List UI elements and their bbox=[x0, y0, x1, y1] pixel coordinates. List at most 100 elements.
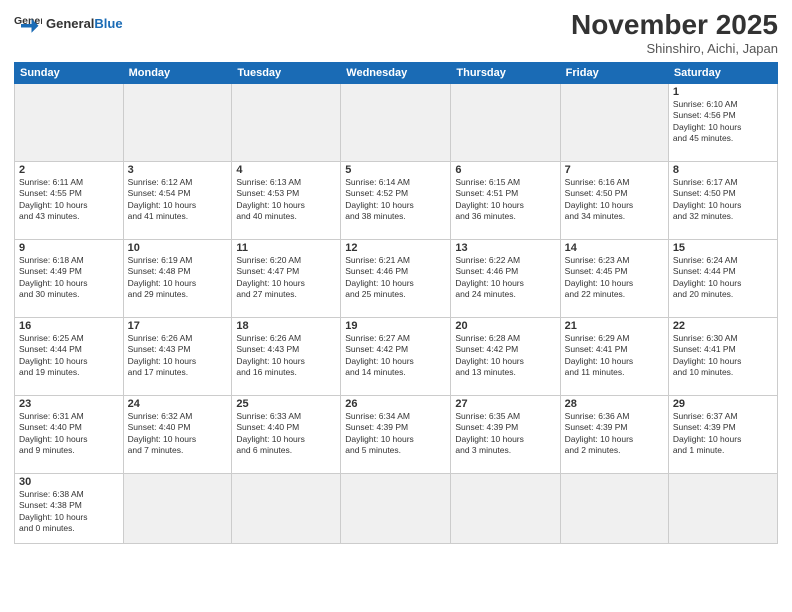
calendar-cell: 27Sunrise: 6:35 AM Sunset: 4:39 PM Dayli… bbox=[451, 395, 560, 473]
calendar-cell bbox=[123, 83, 232, 161]
day-number: 23 bbox=[19, 398, 119, 410]
day-info: Sunrise: 6:20 AM Sunset: 4:47 PM Dayligh… bbox=[236, 255, 336, 301]
weekday-header-row: SundayMondayTuesdayWednesdayThursdayFrid… bbox=[15, 62, 778, 83]
day-number: 15 bbox=[673, 242, 773, 254]
day-number: 19 bbox=[345, 320, 446, 332]
day-info: Sunrise: 6:15 AM Sunset: 4:51 PM Dayligh… bbox=[455, 177, 555, 223]
day-info: Sunrise: 6:19 AM Sunset: 4:48 PM Dayligh… bbox=[128, 255, 228, 301]
day-number: 20 bbox=[455, 320, 555, 332]
calendar-cell: 18Sunrise: 6:26 AM Sunset: 4:43 PM Dayli… bbox=[232, 317, 341, 395]
day-number: 26 bbox=[345, 398, 446, 410]
calendar-cell: 11Sunrise: 6:20 AM Sunset: 4:47 PM Dayli… bbox=[232, 239, 341, 317]
day-number: 8 bbox=[673, 164, 773, 176]
day-number: 21 bbox=[565, 320, 664, 332]
calendar-week-row: 2Sunrise: 6:11 AM Sunset: 4:55 PM Daylig… bbox=[15, 161, 778, 239]
calendar-cell: 26Sunrise: 6:34 AM Sunset: 4:39 PM Dayli… bbox=[341, 395, 451, 473]
day-info: Sunrise: 6:37 AM Sunset: 4:39 PM Dayligh… bbox=[673, 411, 773, 457]
page: General GeneralBlue November 2025 Shinsh… bbox=[0, 0, 792, 612]
calendar-cell: 20Sunrise: 6:28 AM Sunset: 4:42 PM Dayli… bbox=[451, 317, 560, 395]
calendar-cell: 15Sunrise: 6:24 AM Sunset: 4:44 PM Dayli… bbox=[668, 239, 777, 317]
day-info: Sunrise: 6:35 AM Sunset: 4:39 PM Dayligh… bbox=[455, 411, 555, 457]
weekday-header-friday: Friday bbox=[560, 62, 668, 83]
day-number: 27 bbox=[455, 398, 555, 410]
day-info: Sunrise: 6:28 AM Sunset: 4:42 PM Dayligh… bbox=[455, 333, 555, 379]
day-info: Sunrise: 6:29 AM Sunset: 4:41 PM Dayligh… bbox=[565, 333, 664, 379]
calendar-cell bbox=[232, 83, 341, 161]
day-info: Sunrise: 6:23 AM Sunset: 4:45 PM Dayligh… bbox=[565, 255, 664, 301]
day-info: Sunrise: 6:30 AM Sunset: 4:41 PM Dayligh… bbox=[673, 333, 773, 379]
day-number: 13 bbox=[455, 242, 555, 254]
logo-icon: General bbox=[14, 10, 42, 38]
month-title: November 2025 bbox=[571, 10, 778, 41]
calendar-cell bbox=[560, 473, 668, 543]
calendar-cell: 3Sunrise: 6:12 AM Sunset: 4:54 PM Daylig… bbox=[123, 161, 232, 239]
day-number: 10 bbox=[128, 242, 228, 254]
day-number: 28 bbox=[565, 398, 664, 410]
day-number: 5 bbox=[345, 164, 446, 176]
calendar-cell bbox=[341, 473, 451, 543]
calendar-cell: 14Sunrise: 6:23 AM Sunset: 4:45 PM Dayli… bbox=[560, 239, 668, 317]
weekday-header-wednesday: Wednesday bbox=[341, 62, 451, 83]
calendar-cell: 17Sunrise: 6:26 AM Sunset: 4:43 PM Dayli… bbox=[123, 317, 232, 395]
calendar-cell bbox=[15, 83, 124, 161]
weekday-header-monday: Monday bbox=[123, 62, 232, 83]
calendar-cell: 1Sunrise: 6:10 AM Sunset: 4:56 PM Daylig… bbox=[668, 83, 777, 161]
subtitle: Shinshiro, Aichi, Japan bbox=[571, 41, 778, 56]
day-number: 14 bbox=[565, 242, 664, 254]
day-info: Sunrise: 6:10 AM Sunset: 4:56 PM Dayligh… bbox=[673, 99, 773, 145]
calendar-cell bbox=[123, 473, 232, 543]
day-info: Sunrise: 6:36 AM Sunset: 4:39 PM Dayligh… bbox=[565, 411, 664, 457]
day-info: Sunrise: 6:38 AM Sunset: 4:38 PM Dayligh… bbox=[19, 489, 119, 535]
calendar-cell: 8Sunrise: 6:17 AM Sunset: 4:50 PM Daylig… bbox=[668, 161, 777, 239]
day-info: Sunrise: 6:25 AM Sunset: 4:44 PM Dayligh… bbox=[19, 333, 119, 379]
calendar-cell: 7Sunrise: 6:16 AM Sunset: 4:50 PM Daylig… bbox=[560, 161, 668, 239]
calendar-cell: 10Sunrise: 6:19 AM Sunset: 4:48 PM Dayli… bbox=[123, 239, 232, 317]
day-number: 4 bbox=[236, 164, 336, 176]
calendar-week-row: 30Sunrise: 6:38 AM Sunset: 4:38 PM Dayli… bbox=[15, 473, 778, 543]
day-info: Sunrise: 6:12 AM Sunset: 4:54 PM Dayligh… bbox=[128, 177, 228, 223]
calendar-cell: 25Sunrise: 6:33 AM Sunset: 4:40 PM Dayli… bbox=[232, 395, 341, 473]
calendar-cell: 24Sunrise: 6:32 AM Sunset: 4:40 PM Dayli… bbox=[123, 395, 232, 473]
calendar-cell: 6Sunrise: 6:15 AM Sunset: 4:51 PM Daylig… bbox=[451, 161, 560, 239]
calendar-cell: 4Sunrise: 6:13 AM Sunset: 4:53 PM Daylig… bbox=[232, 161, 341, 239]
day-number: 17 bbox=[128, 320, 228, 332]
day-info: Sunrise: 6:26 AM Sunset: 4:43 PM Dayligh… bbox=[128, 333, 228, 379]
calendar-cell: 28Sunrise: 6:36 AM Sunset: 4:39 PM Dayli… bbox=[560, 395, 668, 473]
day-number: 1 bbox=[673, 86, 773, 98]
title-block: November 2025 Shinshiro, Aichi, Japan bbox=[571, 10, 778, 56]
day-info: Sunrise: 6:32 AM Sunset: 4:40 PM Dayligh… bbox=[128, 411, 228, 457]
day-info: Sunrise: 6:13 AM Sunset: 4:53 PM Dayligh… bbox=[236, 177, 336, 223]
calendar-cell bbox=[668, 473, 777, 543]
calendar-cell: 12Sunrise: 6:21 AM Sunset: 4:46 PM Dayli… bbox=[341, 239, 451, 317]
calendar-table: SundayMondayTuesdayWednesdayThursdayFrid… bbox=[14, 62, 778, 544]
day-number: 3 bbox=[128, 164, 228, 176]
calendar-cell: 16Sunrise: 6:25 AM Sunset: 4:44 PM Dayli… bbox=[15, 317, 124, 395]
calendar-cell: 22Sunrise: 6:30 AM Sunset: 4:41 PM Dayli… bbox=[668, 317, 777, 395]
calendar-cell bbox=[451, 473, 560, 543]
day-number: 29 bbox=[673, 398, 773, 410]
calendar-cell: 21Sunrise: 6:29 AM Sunset: 4:41 PM Dayli… bbox=[560, 317, 668, 395]
calendar-cell: 2Sunrise: 6:11 AM Sunset: 4:55 PM Daylig… bbox=[15, 161, 124, 239]
day-number: 9 bbox=[19, 242, 119, 254]
header: General GeneralBlue November 2025 Shinsh… bbox=[14, 10, 778, 56]
day-info: Sunrise: 6:26 AM Sunset: 4:43 PM Dayligh… bbox=[236, 333, 336, 379]
calendar-cell: 23Sunrise: 6:31 AM Sunset: 4:40 PM Dayli… bbox=[15, 395, 124, 473]
day-number: 16 bbox=[19, 320, 119, 332]
calendar-week-row: 23Sunrise: 6:31 AM Sunset: 4:40 PM Dayli… bbox=[15, 395, 778, 473]
calendar-cell bbox=[560, 83, 668, 161]
day-number: 11 bbox=[236, 242, 336, 254]
weekday-header-tuesday: Tuesday bbox=[232, 62, 341, 83]
day-number: 25 bbox=[236, 398, 336, 410]
day-number: 30 bbox=[19, 476, 119, 488]
day-info: Sunrise: 6:16 AM Sunset: 4:50 PM Dayligh… bbox=[565, 177, 664, 223]
day-info: Sunrise: 6:17 AM Sunset: 4:50 PM Dayligh… bbox=[673, 177, 773, 223]
calendar-cell: 13Sunrise: 6:22 AM Sunset: 4:46 PM Dayli… bbox=[451, 239, 560, 317]
day-number: 22 bbox=[673, 320, 773, 332]
calendar-cell: 30Sunrise: 6:38 AM Sunset: 4:38 PM Dayli… bbox=[15, 473, 124, 543]
weekday-header-sunday: Sunday bbox=[15, 62, 124, 83]
day-info: Sunrise: 6:21 AM Sunset: 4:46 PM Dayligh… bbox=[345, 255, 446, 301]
calendar-cell: 19Sunrise: 6:27 AM Sunset: 4:42 PM Dayli… bbox=[341, 317, 451, 395]
day-info: Sunrise: 6:27 AM Sunset: 4:42 PM Dayligh… bbox=[345, 333, 446, 379]
weekday-header-thursday: Thursday bbox=[451, 62, 560, 83]
day-info: Sunrise: 6:18 AM Sunset: 4:49 PM Dayligh… bbox=[19, 255, 119, 301]
